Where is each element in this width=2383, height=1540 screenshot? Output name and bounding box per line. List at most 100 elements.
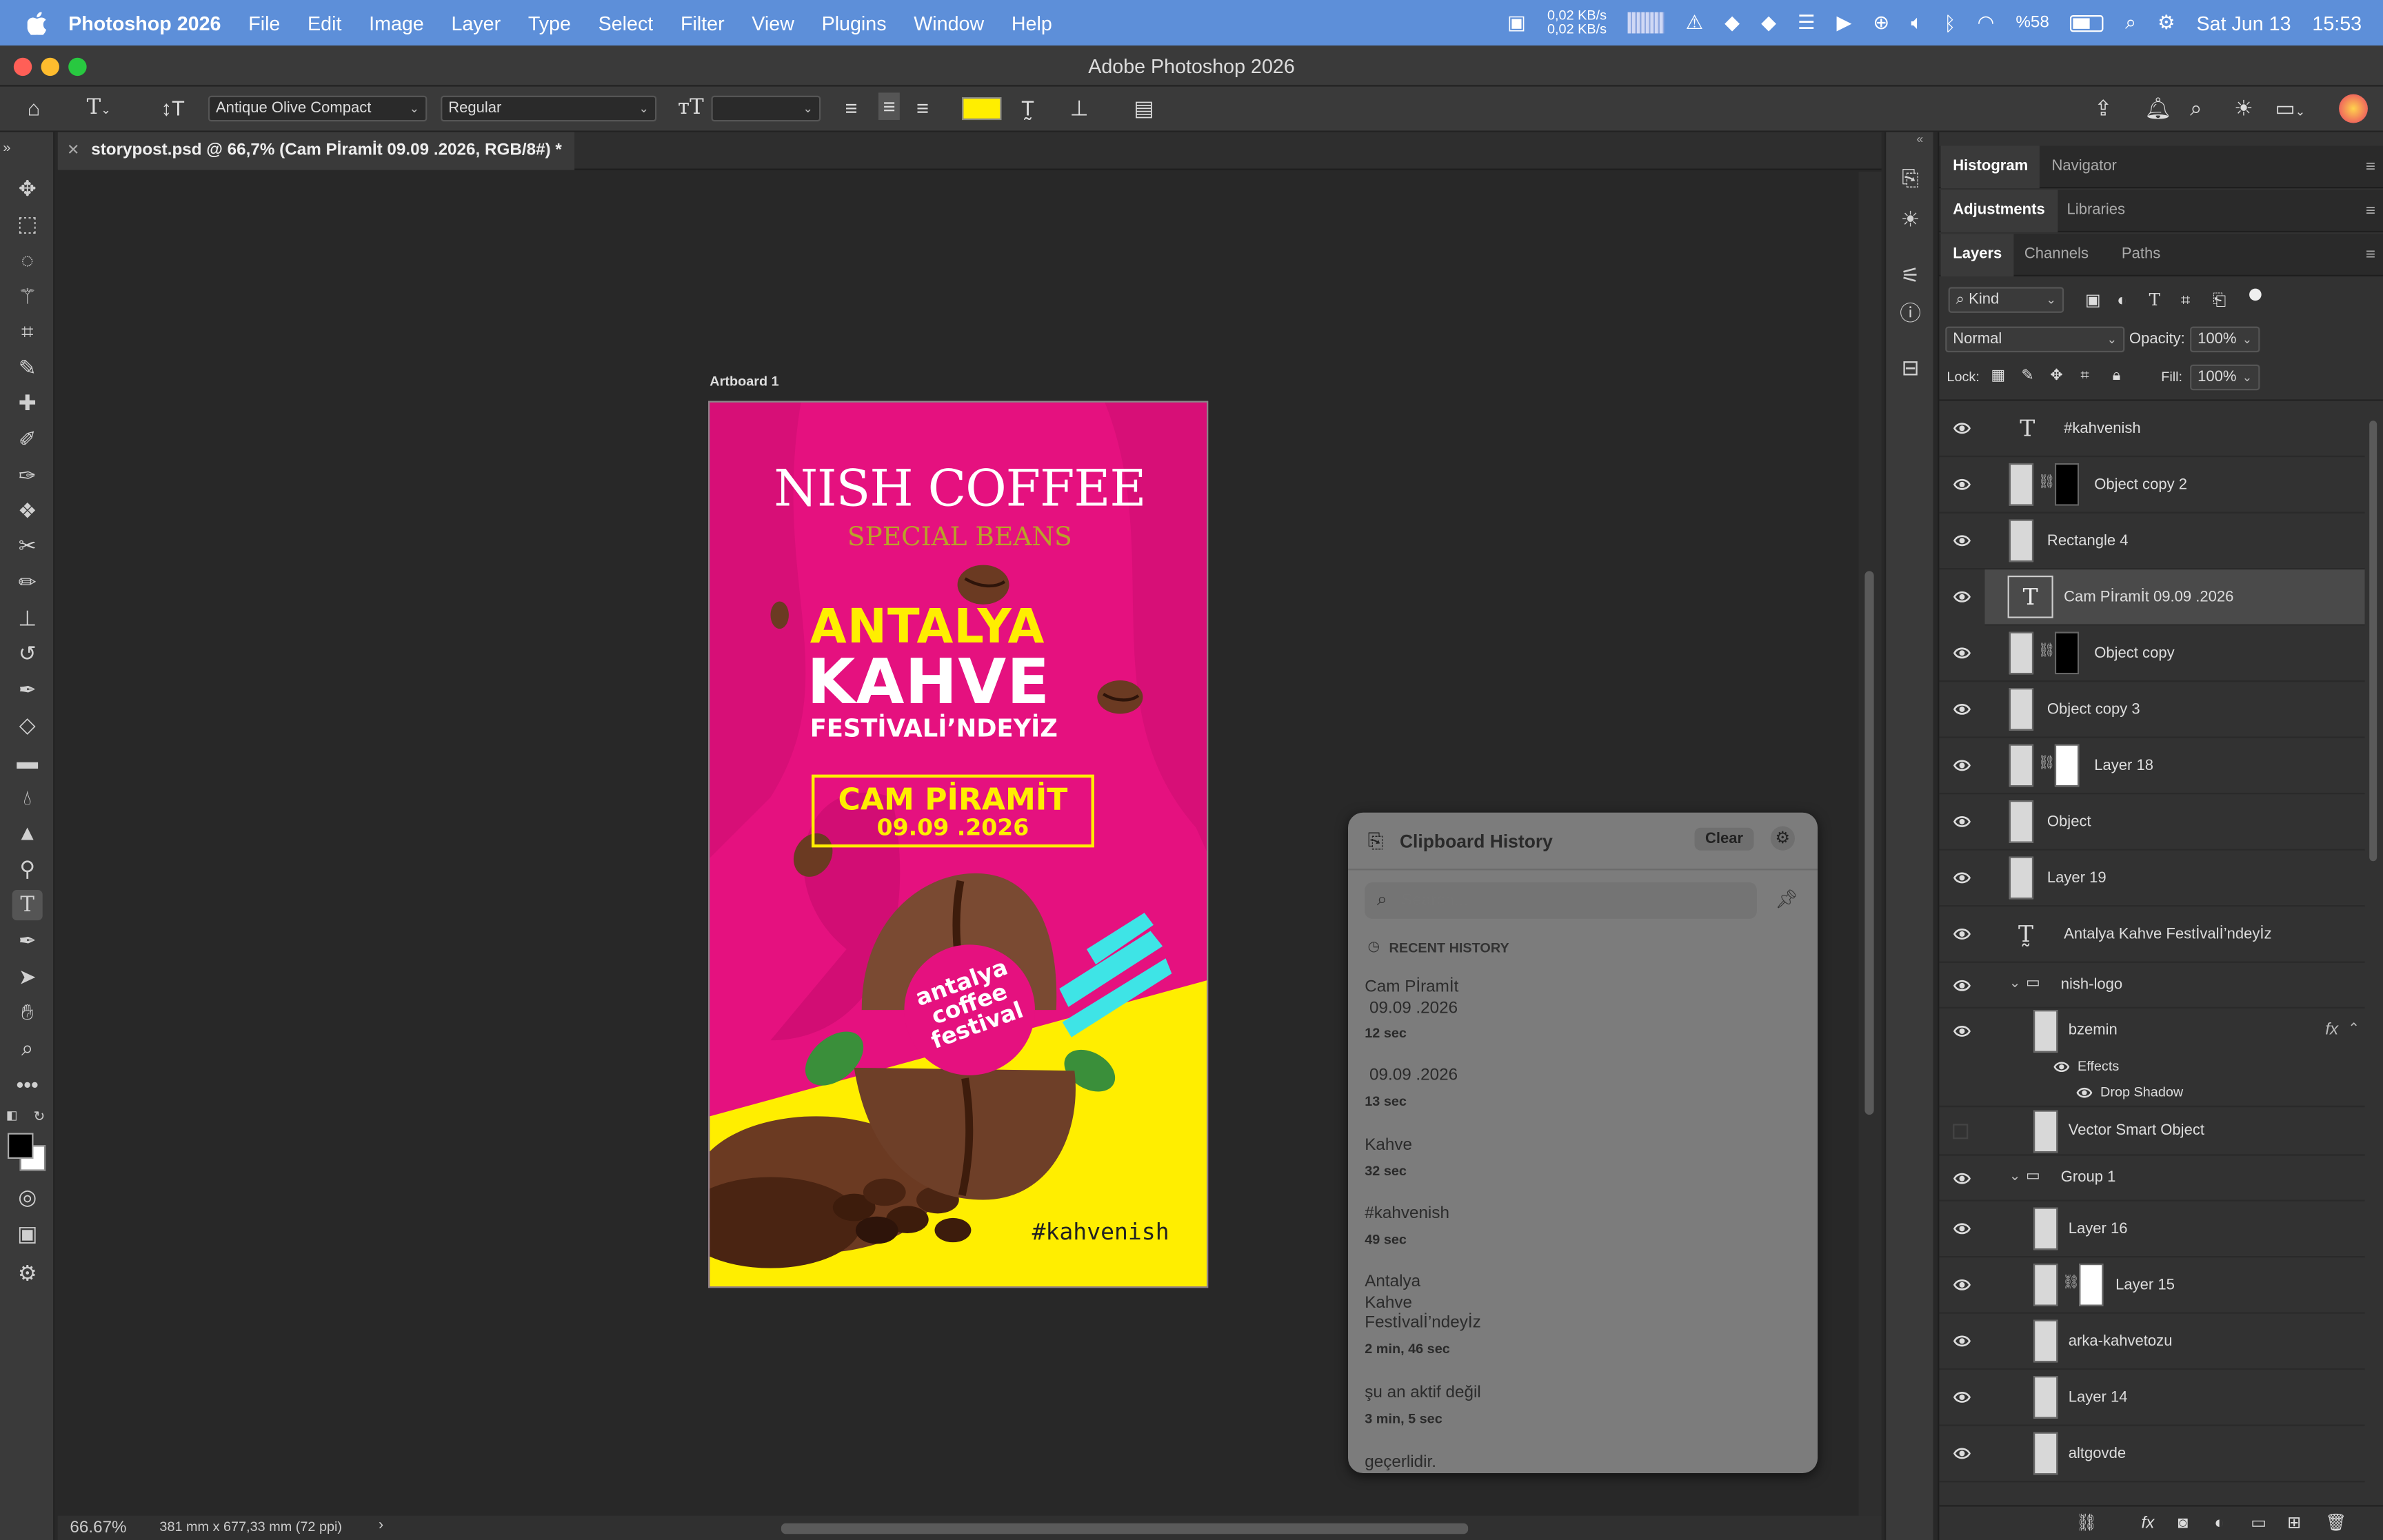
layer-name[interactable]: Antalya Kahve Festİvalİ’ndeyİz: [2064, 906, 2271, 963]
status-expand-icon[interactable]: ›: [379, 1517, 383, 1534]
visibility-eye-icon[interactable]: [1953, 1444, 1971, 1462]
lock-image-icon[interactable]: ✎: [2021, 365, 2033, 389]
zoom-level[interactable]: 66.67%: [70, 1519, 126, 1537]
search-icon[interactable]: ⌕: [2190, 96, 2202, 120]
visibility-eye-icon[interactable]: [1953, 1276, 1971, 1294]
artwork-brand[interactable]: NISH COFFEE: [710, 458, 1207, 518]
layer-kind-filter[interactable]: ⌕ Kind ⌄: [1948, 287, 2064, 313]
delete-layer-icon[interactable]: 🗑︎: [2325, 1511, 2346, 1535]
effects-eye-icon[interactable]: [2053, 1059, 2070, 1075]
layer-row[interactable]: bzemin fx ⌃: [1939, 1009, 2364, 1054]
menu-view[interactable]: View: [752, 12, 794, 34]
marquee-tool-icon[interactable]: ⬚: [12, 208, 43, 239]
layer-row[interactable]: ⛓ Layer 15: [1939, 1257, 2365, 1314]
layer-name[interactable]: nish-logo: [2061, 963, 2122, 1009]
history-item[interactable]: geçerlidir.: [1348, 1448, 1818, 1473]
panel-menu-icon[interactable]: ≡: [2366, 202, 2375, 220]
crop-tool-icon[interactable]: ⌗: [12, 316, 43, 346]
healing-brush-icon[interactable]: ✐: [12, 424, 43, 454]
blur-tool-icon[interactable]: 💧︎: [12, 782, 43, 813]
dodge-tool-icon[interactable]: ⚲: [12, 853, 43, 884]
wifi-icon[interactable]: ◠: [1977, 10, 1994, 34]
default-colors-icon[interactable]: ◧: [6, 1108, 18, 1122]
search-icon[interactable]: ⌕: [2125, 10, 2136, 34]
search-box[interactable]: ⌕: [1365, 882, 1757, 919]
diamond-icon[interactable]: ◆: [1725, 10, 1740, 34]
artwork-venue[interactable]: CAM PİRAMİT: [813, 780, 1093, 817]
visibility-eye-icon[interactable]: [1953, 700, 1971, 718]
history-item[interactable]: Cam Pİramİt 09.09 .2026 12 sec: [1348, 972, 1818, 1040]
opacity-field[interactable]: 100% ⌄: [2190, 326, 2260, 353]
menu-filter[interactable]: Filter: [681, 12, 725, 34]
visibility-eye-icon[interactable]: [1953, 869, 1971, 886]
layer-name[interactable]: altgovde: [2069, 1426, 2126, 1483]
visibility-eye-icon[interactable]: [1953, 1022, 1971, 1040]
history-brush-icon[interactable]: ↺: [12, 638, 43, 668]
clipboard-status-icon[interactable]: ▣: [1507, 10, 1526, 34]
visibility-eye-icon[interactable]: [1953, 644, 1971, 662]
text-color-swatch[interactable]: [962, 97, 1002, 121]
menu-app-name[interactable]: Photoshop 2026: [68, 12, 221, 34]
magic-wand-icon[interactable]: ⚚: [12, 281, 43, 312]
foreground-color-swatch[interactable]: [8, 1133, 34, 1159]
eraser-tool-icon[interactable]: ◇: [12, 709, 43, 740]
share-icon[interactable]: ⇪: [2094, 96, 2112, 120]
zoom-button[interactable]: [68, 57, 87, 77]
clone-stamp-icon[interactable]: ⊥: [12, 603, 43, 634]
artwork-date[interactable]: 09.09 .2026: [813, 814, 1093, 842]
fx-badge[interactable]: fx: [2325, 1021, 2338, 1039]
artboard-label[interactable]: Artboard 1: [710, 374, 778, 389]
workspace-icon[interactable]: ▭⌄: [2275, 96, 2306, 125]
new-group-icon[interactable]: ▭: [2251, 1511, 2266, 1535]
layer-name[interactable]: Object copy 3: [2047, 682, 2140, 738]
menu-layer[interactable]: Layer: [451, 12, 501, 34]
layer-name[interactable]: Object: [2047, 794, 2091, 851]
tab-adjustments[interactable]: Adjustments: [1940, 190, 2058, 233]
layer-name[interactable]: Vector Smart Object: [2069, 1107, 2204, 1156]
menu-plugins[interactable]: Plugins: [822, 12, 887, 34]
blend-mode-select[interactable]: Normal ⌄: [1945, 326, 2125, 353]
notifications-icon[interactable]: 🔔︎: [2144, 96, 2171, 120]
play-icon[interactable]: ▶: [1837, 10, 1852, 34]
home-icon[interactable]: ⌂: [28, 96, 41, 120]
filter-adjustment-icon[interactable]: ◐: [2117, 289, 2127, 313]
volume-icon[interactable]: 🔈︎: [1911, 10, 1922, 34]
layer-row[interactable]: altgovde: [1939, 1426, 2365, 1483]
warp-text-icon[interactable]: T̰: [1021, 96, 1034, 120]
discover-icon[interactable]: ☀: [2234, 96, 2253, 120]
tab-channels[interactable]: Channels: [2012, 234, 2100, 276]
quick-mask-icon[interactable]: ◎: [12, 1182, 43, 1212]
artwork-tagline[interactable]: SPECIAL BEANS: [710, 523, 1207, 553]
link-layers-icon[interactable]: ⛓: [2076, 1511, 2098, 1535]
time[interactable]: 15:53: [2312, 12, 2362, 34]
text-orientation-icon[interactable]: ↕T: [161, 96, 185, 120]
align-center-icon[interactable]: ≡: [878, 92, 901, 121]
visibility-eye-icon[interactable]: [1953, 925, 1971, 943]
group-row[interactable]: ⌄ ▭ Group 1: [1939, 1156, 2365, 1202]
mixer-brush-icon[interactable]: ✒: [12, 674, 43, 705]
lock-artboard-icon[interactable]: ⌗: [2080, 365, 2089, 389]
layers-scrollbar[interactable]: [2369, 421, 2377, 862]
visibility-eye-icon[interactable]: [1953, 813, 1971, 831]
document-tab[interactable]: ✕ storypost.psd @ 66,7% (Cam Pİramİt 09.…: [57, 132, 575, 170]
menu-window[interactable]: Window: [914, 12, 984, 34]
edit-toolbar-icon[interactable]: ⚙: [12, 1257, 43, 1288]
tab-navigator[interactable]: Navigator: [2040, 146, 2129, 189]
menu-edit[interactable]: Edit: [308, 12, 341, 34]
filter-toggle[interactable]: [2249, 288, 2262, 301]
filter-smart-object-icon[interactable]: ⎗: [2213, 289, 2226, 313]
layer-name[interactable]: Layer 14: [2069, 1370, 2128, 1426]
history-item[interactable]: 09.09 .2026 13 sec: [1348, 1060, 1818, 1113]
gradient-tool-icon[interactable]: ▬: [12, 746, 43, 776]
scroll-thumb[interactable]: [1864, 571, 1874, 1115]
layer-row-hidden[interactable]: Vector Smart Object: [1939, 1107, 2365, 1156]
layer-row[interactable]: ⛓ Layer 18: [1939, 738, 2365, 795]
close-tab-icon[interactable]: ✕: [67, 132, 79, 170]
artwork-hashtag[interactable]: #kahvenish: [1032, 1218, 1169, 1246]
visibility-eye-icon[interactable]: [1953, 1219, 1971, 1237]
layer-row[interactable]: ⛓ Object copy 2: [1939, 457, 2365, 514]
lock-all-icon[interactable]: 🔒︎: [2113, 365, 2121, 389]
tab-libraries[interactable]: Libraries: [2055, 190, 2138, 232]
screen-mode-icon[interactable]: ▣: [12, 1218, 43, 1248]
layer-row[interactable]: Rectangle 4: [1939, 514, 2365, 570]
